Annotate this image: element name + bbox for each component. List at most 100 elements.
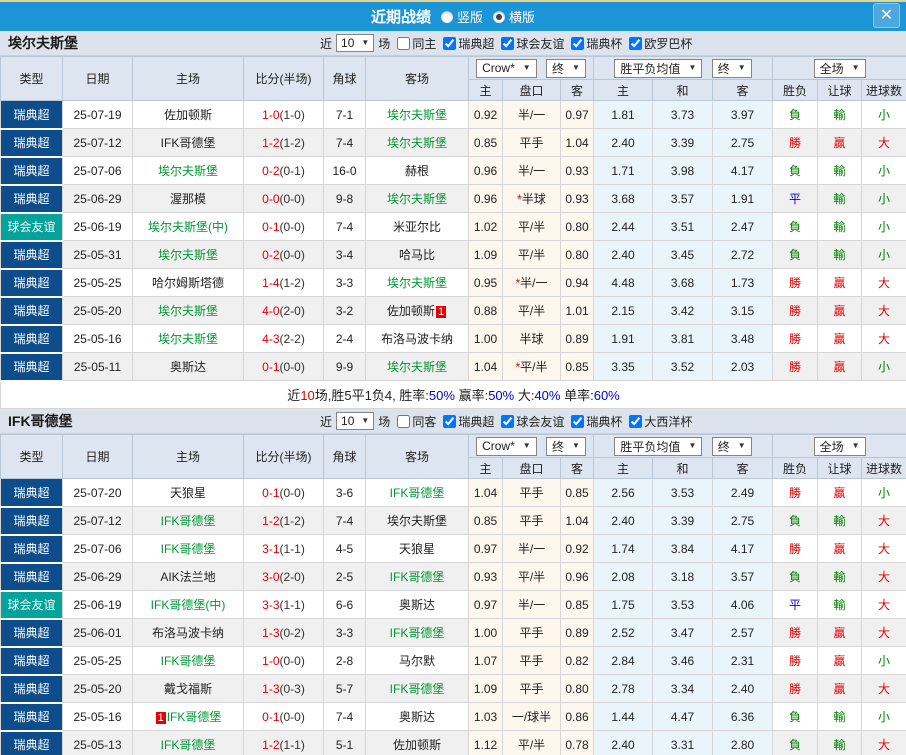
away-odds-cell: 0.92: [559, 534, 595, 563]
match-row: 瑞典超 25-07-06 IFK哥德堡 3-1(1-1) 4-5 天狼星 0.97 半/一 0.…: [0, 534, 906, 564]
halftime-score: (0-0): [279, 359, 305, 374]
away-team-cell: 埃尔夫斯堡: [365, 184, 469, 213]
halftime-score: (0-0): [279, 653, 305, 668]
corner-cell: 7-4: [323, 212, 366, 241]
away-odds-cell: 0.80: [559, 240, 595, 269]
home-team-cell: 1 IFK哥德堡: [132, 702, 244, 731]
handicap-value: 半/一: [517, 108, 546, 122]
home-team-cell: 埃尔夫斯堡: [132, 296, 244, 325]
date-cell: 25-07-06: [62, 534, 133, 563]
halftime-score: (1-0): [279, 107, 305, 122]
corner-cell: 6-6: [323, 590, 366, 619]
corner-cell: 7-4: [323, 506, 366, 535]
vertical-layout-label[interactable]: 竖版: [457, 7, 483, 26]
avg-home-cell: 2.56: [593, 478, 654, 507]
fulltime-select[interactable]: 全场 ▼: [813, 436, 866, 456]
handicap-value: 半球: [519, 332, 544, 346]
same-venue-checkbox[interactable]: [397, 414, 411, 428]
section-header-elfsborg: 埃尔夫斯堡 近 10 ▼ 场 同主 瑞典超 球会友谊 瑞典杯 欧罗巴杯: [0, 31, 906, 56]
chevron-down-icon: ▼: [361, 416, 370, 425]
chevron-down-icon: ▼: [737, 441, 746, 450]
home-team-cell: 奥斯达: [132, 352, 244, 381]
team-name: 渥那模: [169, 192, 206, 206]
close-icon[interactable]: ✕: [873, 3, 900, 28]
odds-stage-select[interactable]: 终 ▼: [546, 58, 586, 78]
home-team-cell: 埃尔夫斯堡: [132, 240, 244, 269]
away-odds-cell: 0.97: [559, 100, 595, 129]
team-name: 埃尔夫斯堡: [386, 276, 447, 290]
recent-count-select[interactable]: 10 ▼: [336, 34, 375, 52]
away-odds-cell: 0.93: [559, 156, 595, 185]
same-venue-checkbox[interactable]: [397, 36, 411, 50]
recent-count-select[interactable]: 10 ▼: [336, 412, 375, 430]
home-odds-cell: 1.03: [468, 702, 503, 731]
bookmaker-select[interactable]: Crow* ▼: [476, 436, 537, 456]
team-name: 布洛马波卡纳: [151, 626, 224, 640]
sub-avg-draw: 和: [652, 79, 714, 101]
goals-result-cell: 大: [861, 128, 906, 157]
away-team-cell: 埃尔夫斯堡: [365, 100, 469, 129]
date-cell: 25-05-11: [62, 352, 133, 381]
avg-stage-select[interactable]: 终 ▼: [711, 436, 752, 456]
sub-home-odds: 主: [468, 79, 503, 101]
handicap-value: 一/球半: [511, 710, 552, 724]
avg-select[interactable]: 胜平负均值 ▼: [614, 58, 703, 78]
avg-draw-cell: 3.34: [652, 674, 714, 703]
team-name: IFK哥德堡: [160, 136, 216, 150]
team-name: IFK哥德堡: [160, 514, 216, 528]
handicap-cell: 平/半: [502, 212, 561, 241]
avg-away-cell: 2.03: [712, 352, 774, 381]
match-row: 瑞典超 25-05-25 哈尔姆斯塔德 1-4(1-2) 3-3 埃尔夫斯堡 0.95 *半/…: [0, 268, 906, 298]
away-odds-cell: 0.80: [559, 674, 595, 703]
avg-away-cell: 2.47: [712, 212, 774, 241]
date-cell: 25-05-25: [62, 646, 133, 675]
corner-cell: 2-4: [323, 324, 366, 353]
filter-bar: 近 10 ▼ 场 同客 瑞典超 球会友谊 瑞典杯 大西洋杯: [320, 412, 692, 430]
fulltime-select[interactable]: 全场 ▼: [813, 58, 866, 78]
bookmaker-select[interactable]: Crow* ▼: [476, 58, 537, 78]
avg-select[interactable]: 胜平负均值 ▼: [614, 436, 703, 456]
page-title: 近期战绩: [370, 9, 431, 26]
avg-home-cell: 3.68: [593, 184, 654, 213]
fulltime-score: 4-3: [262, 331, 280, 346]
date-cell: 25-05-20: [62, 296, 133, 325]
handicap-value: 平/半: [517, 304, 546, 318]
handicap-value: 半/一: [517, 598, 546, 612]
odds-stage-select[interactable]: 终 ▼: [546, 436, 586, 456]
halftime-score: (0-0): [279, 191, 305, 206]
team-name: 哈马比: [398, 248, 435, 262]
league-checkbox[interactable]: [629, 36, 643, 50]
league-checkbox[interactable]: [501, 36, 515, 50]
handicap-result-cell: 輸: [817, 730, 863, 755]
handicap-result-cell: 贏: [817, 128, 863, 157]
avg-home-cell: 2.78: [593, 674, 654, 703]
avg-stage-select[interactable]: 终 ▼: [711, 58, 752, 78]
team-name: 米亚尔比: [392, 220, 441, 234]
league-checkbox[interactable]: [501, 414, 515, 428]
league-checkbox[interactable]: [571, 36, 585, 50]
handicap-value: 平/半: [517, 738, 546, 752]
league-checkbox[interactable]: [443, 36, 457, 50]
score-cell: 0-1(0-0): [243, 702, 324, 731]
sub-avg-away: 客: [712, 79, 774, 101]
team-name: IFK哥德堡: [160, 738, 216, 752]
match-type-cell: 瑞典超: [0, 702, 63, 732]
league-checkbox[interactable]: [629, 414, 643, 428]
league-checkbox[interactable]: [443, 414, 457, 428]
match-row: 瑞典超 25-05-31 埃尔夫斯堡 0-2(0-0) 3-4 哈马比 1.09 平/半 0.8…: [0, 240, 906, 270]
league-checkbox[interactable]: [571, 414, 585, 428]
result-cell: 負: [772, 212, 819, 241]
away-odds-cell: 0.89: [559, 618, 595, 647]
team-name-heading: 埃尔夫斯堡: [8, 35, 78, 51]
horizontal-layout-radio[interactable]: [493, 10, 505, 23]
goals-result-cell: 大: [861, 324, 906, 353]
team-name: AIK法兰地: [160, 570, 216, 584]
recent-count-value: 10: [341, 414, 355, 428]
sub-avg-away: 客: [712, 457, 774, 479]
home-team-cell: 哈尔姆斯塔德: [132, 268, 244, 297]
handicap-cell: 半球: [502, 324, 561, 353]
halftime-score: (0-0): [279, 247, 305, 262]
date-cell: 25-07-12: [62, 506, 133, 535]
vertical-layout-radio[interactable]: [440, 10, 453, 23]
horizontal-layout-label[interactable]: 横版: [509, 7, 535, 26]
